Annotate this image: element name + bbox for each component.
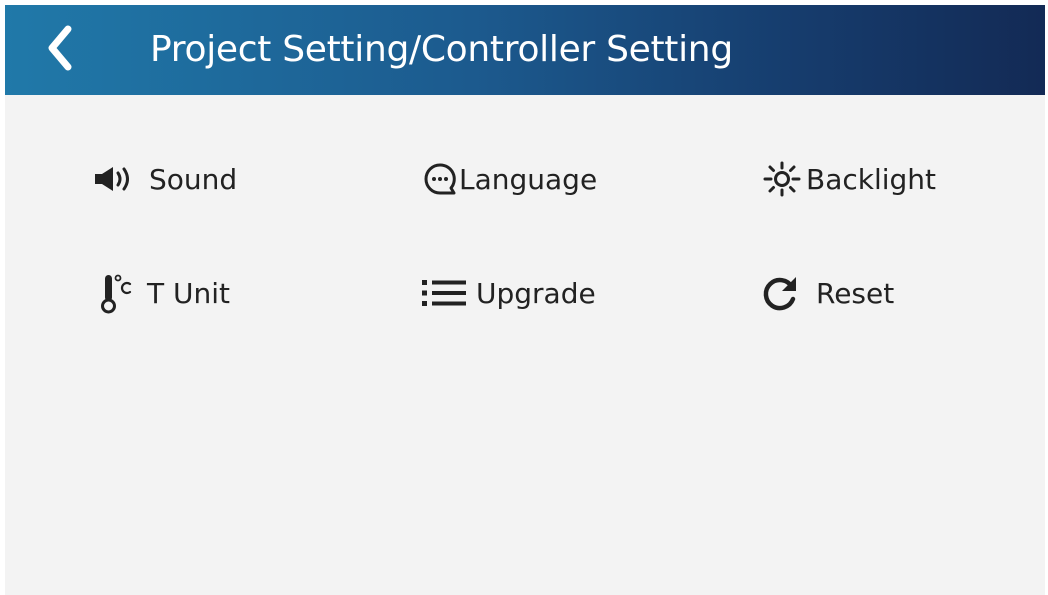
- refresh-icon: [760, 273, 800, 313]
- language-label: Language: [459, 162, 598, 196]
- thermometer-icon: [99, 271, 135, 315]
- backlight-setting-item[interactable]: Backlight: [760, 157, 936, 201]
- t-unit-label: T Unit: [147, 276, 231, 310]
- page-title: Project Setting/Controller Setting: [150, 29, 733, 70]
- t-unit-setting-item[interactable]: T Unit: [99, 271, 230, 315]
- upgrade-setting-item[interactable]: Upgrade: [420, 271, 596, 315]
- backlight-label: Backlight: [806, 162, 937, 196]
- reset-label: Reset: [816, 276, 895, 310]
- upgrade-label: Upgrade: [476, 276, 596, 310]
- list-icon: [420, 277, 468, 309]
- chevron-left-icon: [44, 25, 74, 76]
- language-setting-item[interactable]: Language: [423, 157, 597, 201]
- controller-setting-screen: Project Setting/Controller Setting Sound…: [5, 5, 1045, 595]
- chat-bubble-icon: [423, 162, 457, 196]
- speaker-icon: [93, 164, 143, 194]
- sound-label: Sound: [149, 162, 238, 196]
- sound-setting-item[interactable]: Sound: [93, 157, 237, 201]
- reset-setting-item[interactable]: Reset: [760, 271, 894, 315]
- header-bar: Project Setting/Controller Setting: [5, 5, 1045, 95]
- back-button[interactable]: [35, 25, 83, 75]
- sun-icon: [760, 159, 804, 199]
